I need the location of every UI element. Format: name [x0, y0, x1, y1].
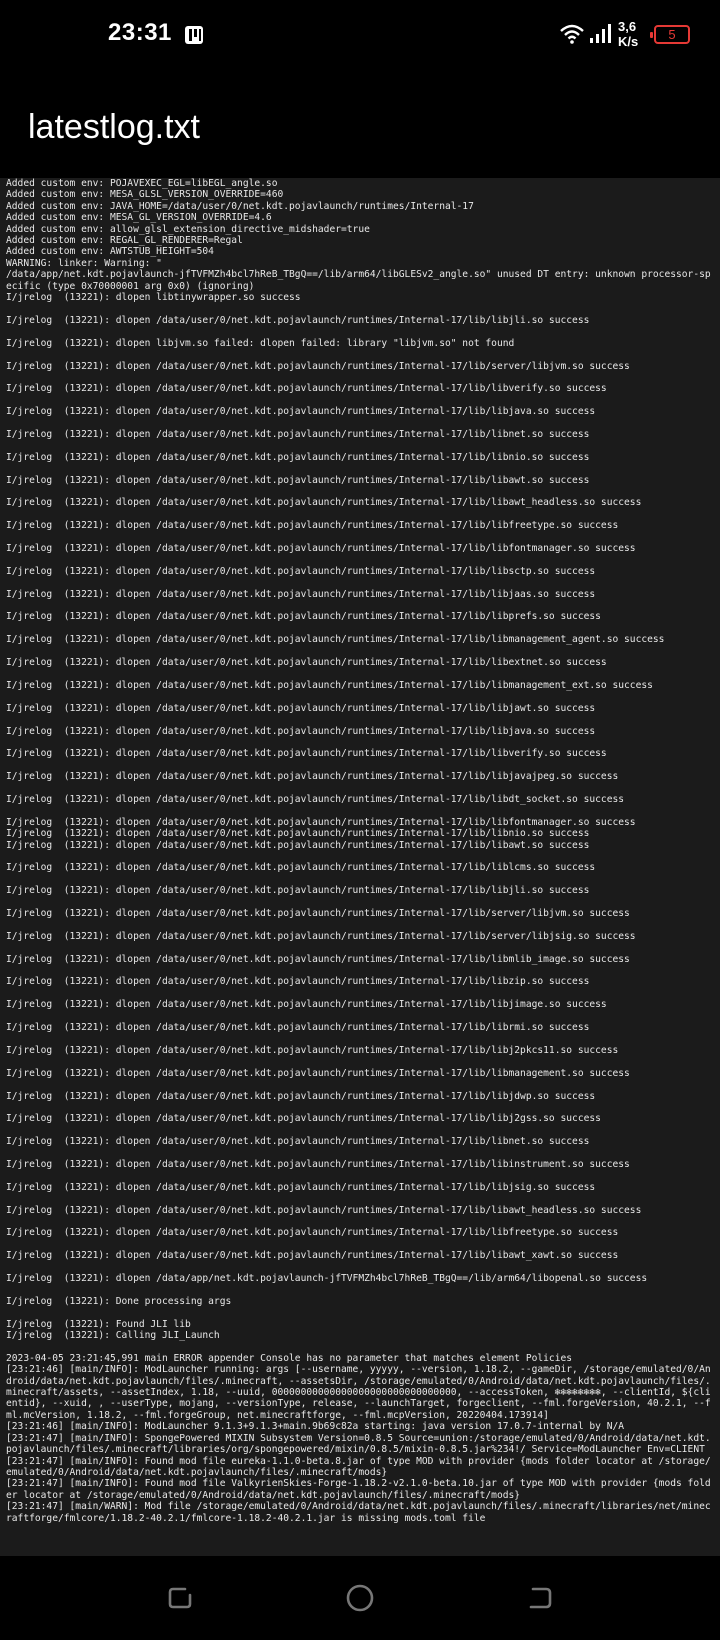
log-text: Added custom env: POJAVEXEC_EGL=libEGL_a…	[6, 178, 711, 1524]
signal-icon	[590, 24, 611, 43]
status-bar: 23:31 3,6 K/s 5	[0, 0, 720, 72]
navigation-bar	[0, 1556, 720, 1640]
battery-level: 5	[668, 27, 676, 42]
wifi-icon	[560, 24, 584, 44]
back-button[interactable]	[518, 1576, 562, 1620]
home-button[interactable]	[338, 1576, 382, 1620]
page-title: latestlog.txt	[28, 108, 200, 146]
notification-p-icon	[185, 26, 203, 44]
home-icon	[346, 1584, 374, 1612]
recent-apps-icon	[168, 1587, 192, 1609]
log-viewer[interactable]: Added custom env: POJAVEXEC_EGL=libEGL_a…	[0, 178, 720, 1556]
recent-apps-button[interactable]	[158, 1576, 202, 1620]
network-speed: 3,6 K/s	[618, 19, 654, 49]
network-speed-value: 3,6	[618, 19, 637, 34]
header: latestlog.txt	[0, 72, 720, 178]
back-icon	[529, 1587, 552, 1609]
status-time: 23:31	[108, 19, 172, 46]
network-speed-unit: K/s	[618, 34, 639, 49]
battery-icon: 5	[650, 25, 690, 44]
